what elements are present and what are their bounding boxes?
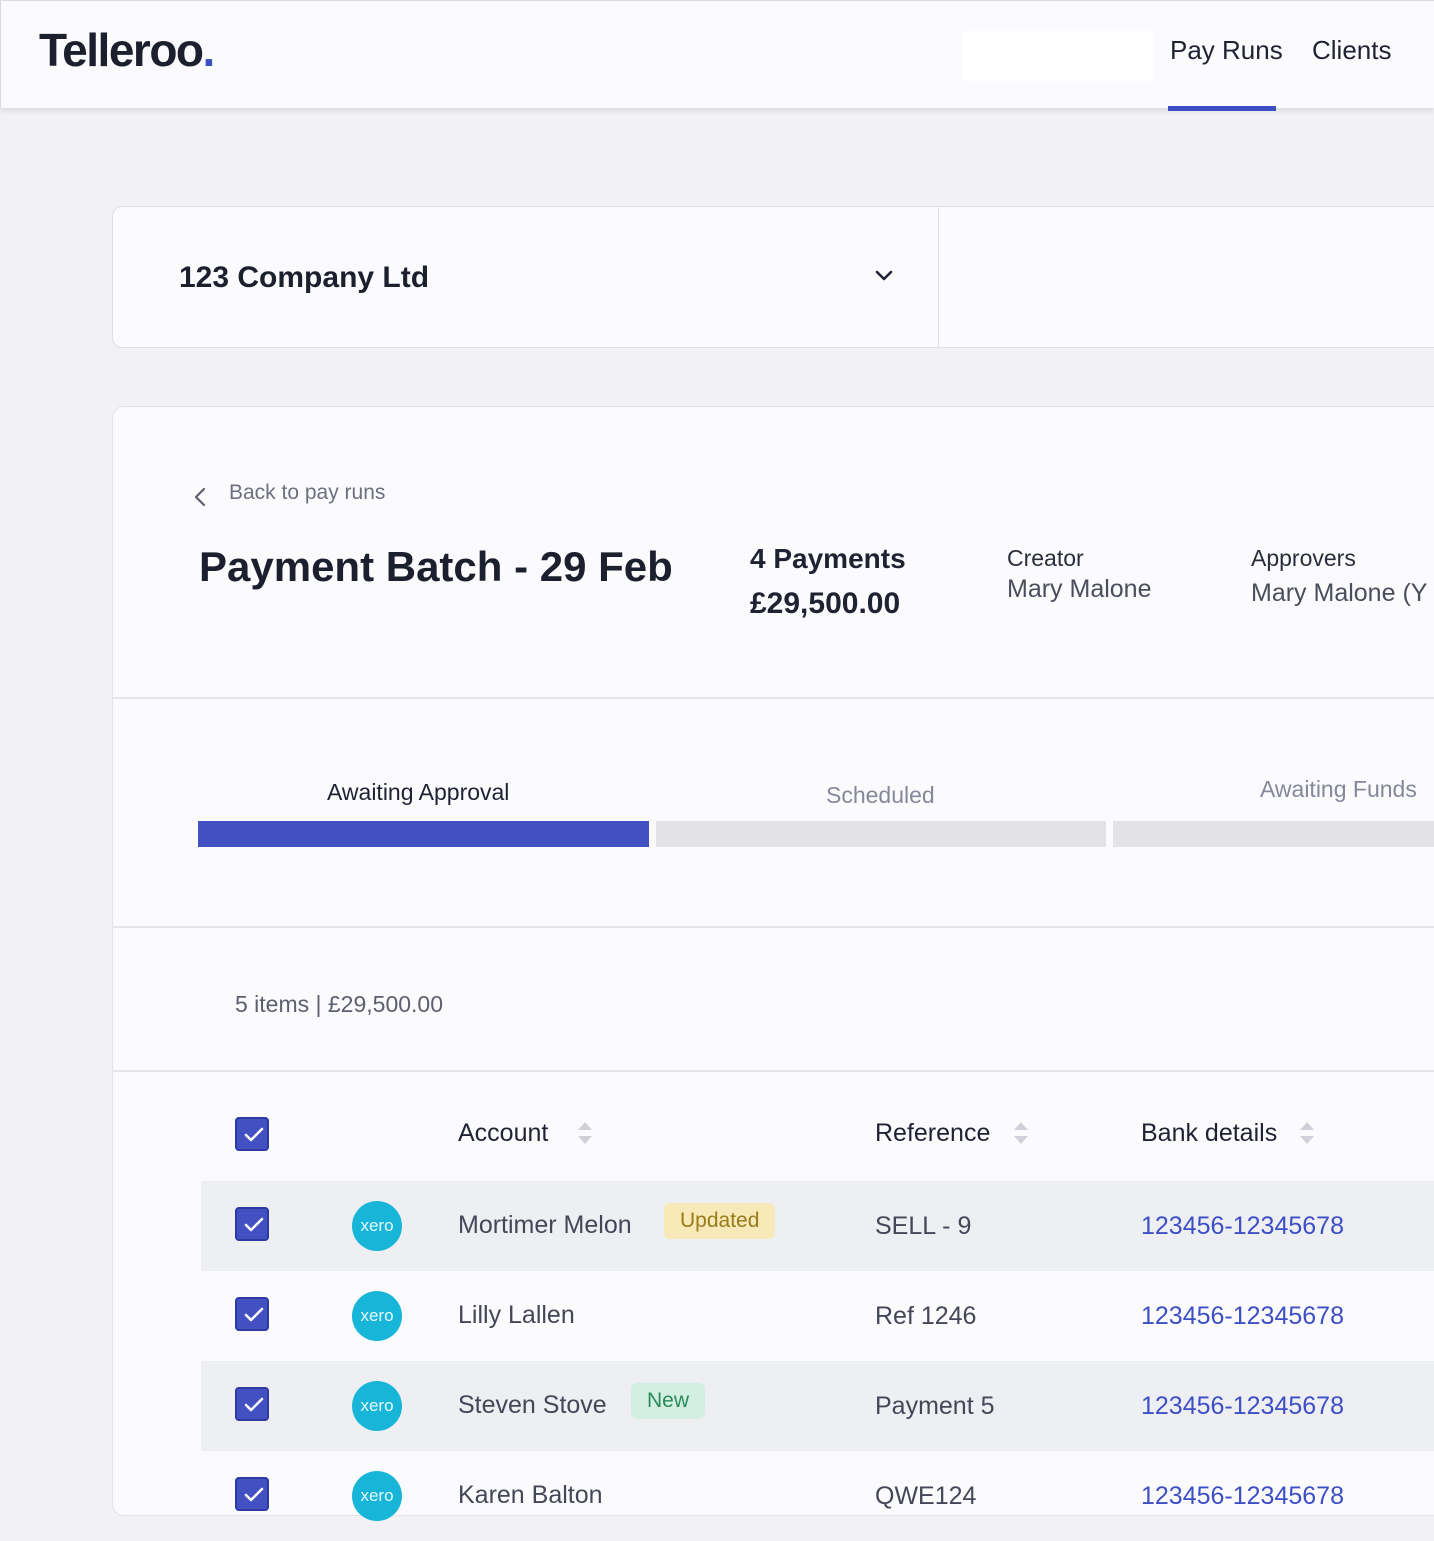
step-awaiting-approval: Awaiting Approval <box>327 779 510 805</box>
table-row[interactable]: xero Mortimer Melon Updated SELL - 9 123… <box>201 1181 1434 1271</box>
check-icon <box>244 1307 264 1322</box>
active-nav-indicator <box>1168 106 1276 111</box>
bank-details-link[interactable]: 123456-12345678 <box>1141 1212 1344 1241</box>
reference-value: Payment 5 <box>875 1392 995 1420</box>
approvers-label: Approvers <box>1251 545 1356 571</box>
bank-details-link[interactable]: 123456-12345678 <box>1141 1392 1344 1421</box>
logo-text: Telleroo <box>39 24 204 76</box>
xero-icon: xero <box>352 1381 402 1431</box>
row-checkbox[interactable] <box>235 1477 269 1511</box>
column-header-account[interactable]: Account <box>458 1119 548 1148</box>
back-to-pay-runs-link[interactable]: Back to pay runs <box>193 481 385 505</box>
account-name: Mortimer Melon <box>458 1211 632 1239</box>
back-link-label: Back to pay runs <box>229 481 386 504</box>
column-header-bank-details[interactable]: Bank details <box>1141 1119 1277 1148</box>
section-divider <box>113 926 1434 928</box>
nav-pay-runs-link[interactable]: Pay Runs <box>1170 35 1283 66</box>
bank-details-link[interactable]: 123456-12345678 <box>1141 1302 1344 1331</box>
row-checkbox[interactable] <box>235 1207 269 1241</box>
company-selector[interactable]: 123 Company Ltd <box>179 261 429 295</box>
account-name: Steven Stove <box>458 1391 607 1419</box>
payments-count: 4 Payments <box>750 543 906 574</box>
progress-bar-awaiting-approval <box>198 821 649 847</box>
payment-batch-card: Back to pay runs Payment Batch - 29 Feb … <box>112 406 1434 1521</box>
sort-icon[interactable] <box>577 1119 593 1147</box>
top-navigation-bar: Telleroo. Pay Runs Clients <box>0 0 1434 108</box>
sort-icon[interactable] <box>1013 1119 1029 1147</box>
step-scheduled: Scheduled <box>826 782 935 808</box>
check-icon <box>244 1487 264 1502</box>
xero-icon: xero <box>352 1291 402 1341</box>
row-checkbox[interactable] <box>235 1387 269 1421</box>
telleroo-logo[interactable]: Telleroo. <box>39 23 216 77</box>
progress-bar-awaiting-funds <box>1113 821 1434 847</box>
step-awaiting-funds: Awaiting Funds <box>1260 776 1417 802</box>
table-row[interactable]: xero Karen Balton QWE124 123456-12345678 <box>201 1451 1434 1541</box>
nav-blank-area <box>963 31 1153 81</box>
reference-value: QWE124 <box>875 1482 977 1510</box>
logo-dot: . <box>202 24 216 76</box>
check-icon <box>244 1127 264 1142</box>
page-title: Payment Batch - 29 Feb <box>199 543 673 590</box>
bank-details-link[interactable]: 123456-12345678 <box>1141 1482 1344 1511</box>
xero-icon: xero <box>352 1201 402 1251</box>
nav-clients-link[interactable]: Clients <box>1312 35 1391 66</box>
reference-value: Ref 1246 <box>875 1302 977 1330</box>
row-checkbox[interactable] <box>235 1297 269 1331</box>
table-row[interactable]: xero Lilly Lallen Ref 1246 123456-123456… <box>201 1271 1434 1361</box>
company-card-divider <box>938 207 939 349</box>
check-icon <box>244 1397 264 1412</box>
column-header-reference[interactable]: Reference <box>875 1119 990 1148</box>
status-badge-updated: Updated <box>664 1203 776 1239</box>
status-badge-new: New <box>631 1383 706 1419</box>
xero-icon: xero <box>352 1471 402 1521</box>
table-row[interactable]: xero Steven Stove New Payment 5 123456-1… <box>201 1361 1434 1451</box>
section-divider <box>113 697 1434 699</box>
creator-value: Mary Malone <box>1007 575 1152 603</box>
section-divider <box>113 1070 1434 1072</box>
account-name: Lilly Lallen <box>458 1301 575 1329</box>
items-summary: 5 items | £29,500.00 <box>235 991 443 1017</box>
reference-value: SELL - 9 <box>875 1212 972 1240</box>
company-selector-card: 123 Company Ltd <box>112 206 1434 349</box>
payments-total: £29,500.00 <box>750 587 901 620</box>
sort-icon[interactable] <box>1299 1119 1315 1147</box>
select-all-checkbox[interactable] <box>235 1117 269 1151</box>
progress-bar-scheduled <box>656 821 1106 847</box>
creator-label: Creator <box>1007 545 1084 571</box>
approvers-value: Mary Malone (Y <box>1251 579 1428 607</box>
check-icon <box>244 1217 264 1232</box>
chevron-down-icon[interactable] <box>873 265 895 287</box>
